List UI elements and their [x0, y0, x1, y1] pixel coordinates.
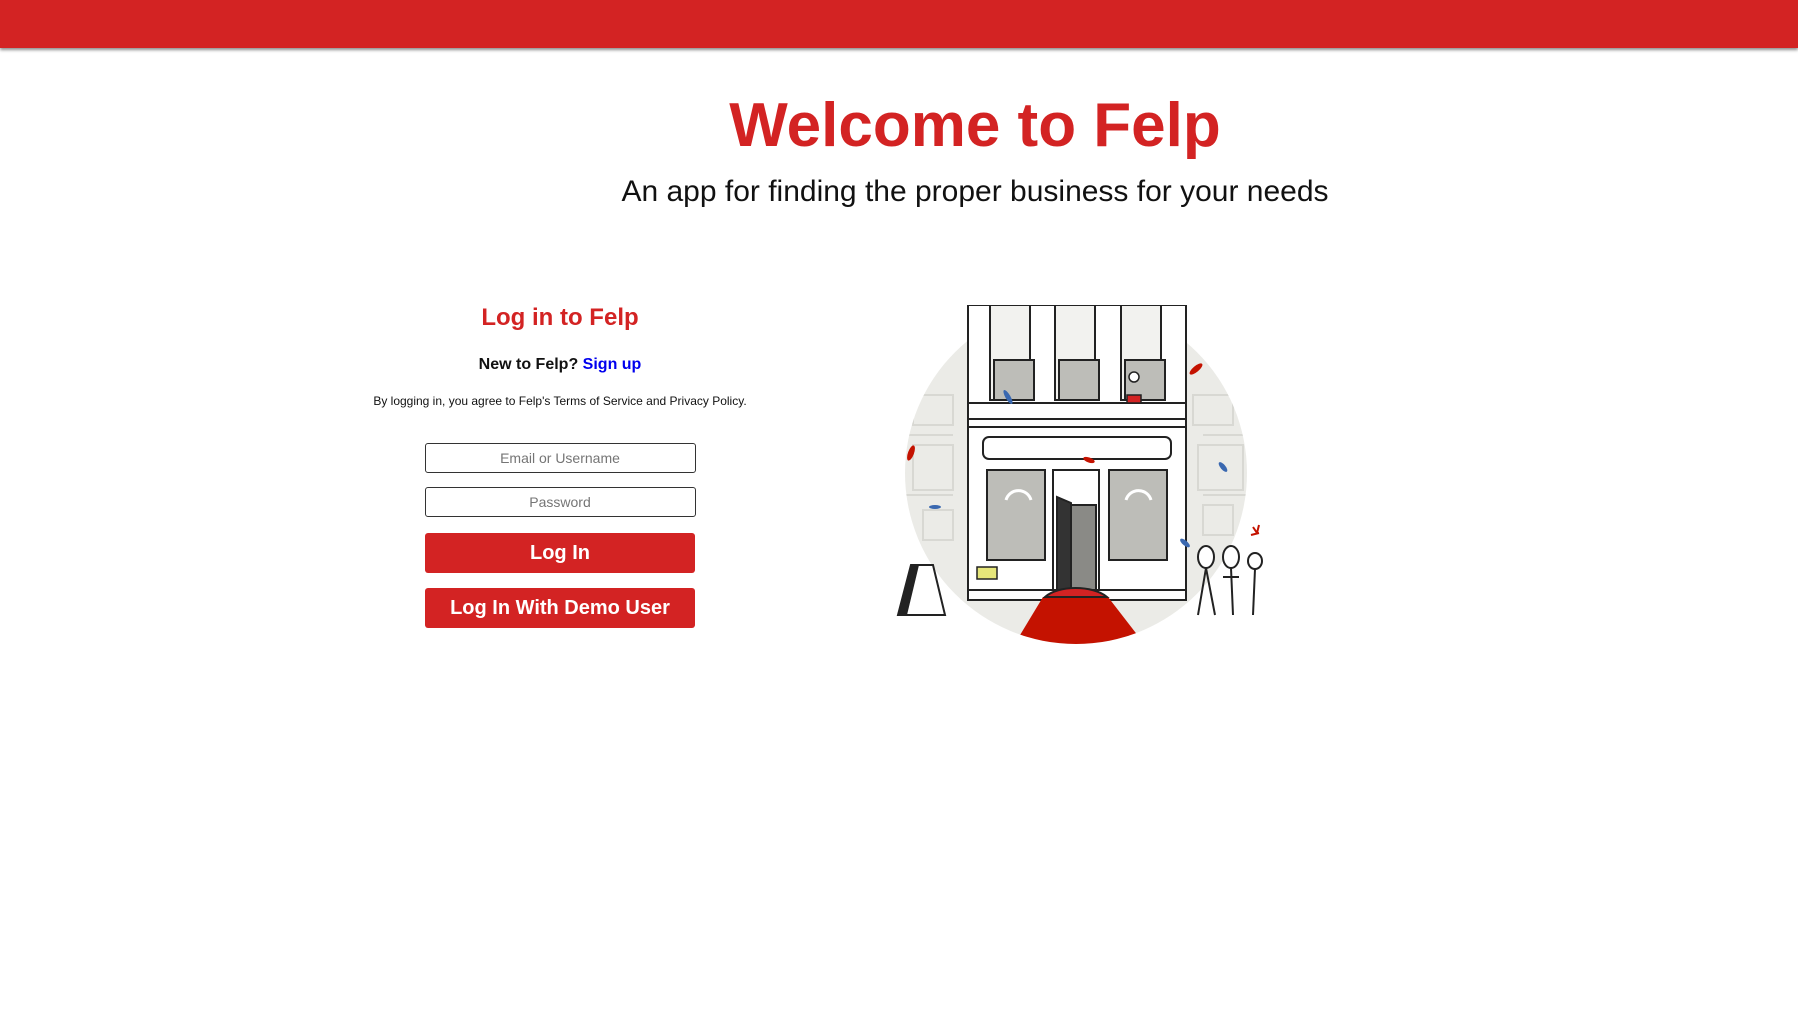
signup-prompt: New to Felp? Sign up: [360, 354, 760, 376]
email-username-input[interactable]: [424, 443, 696, 473]
terms-notice: By logging in, you agree to Felp's Terms…: [373, 394, 747, 408]
login-panel: Log in to Felp New to Felp? Sign up By l…: [360, 300, 760, 628]
storefront-illustration: [893, 302, 1273, 655]
top-navbar: [0, 0, 1798, 48]
login-title: Log in to Felp: [481, 304, 639, 331]
password-input[interactable]: [424, 487, 696, 517]
page-title: Welcome to Felp: [729, 91, 1221, 160]
page-subtitle: An app for finding the proper business f…: [621, 175, 1329, 208]
login-button[interactable]: Log In: [425, 533, 695, 573]
login-form: Log In Log In With Demo User: [360, 443, 760, 628]
signup-link[interactable]: Sign up: [583, 356, 642, 373]
demo-login-button[interactable]: Log In With Demo User: [425, 588, 695, 628]
signup-prompt-text: New to Felp?: [478, 356, 579, 373]
